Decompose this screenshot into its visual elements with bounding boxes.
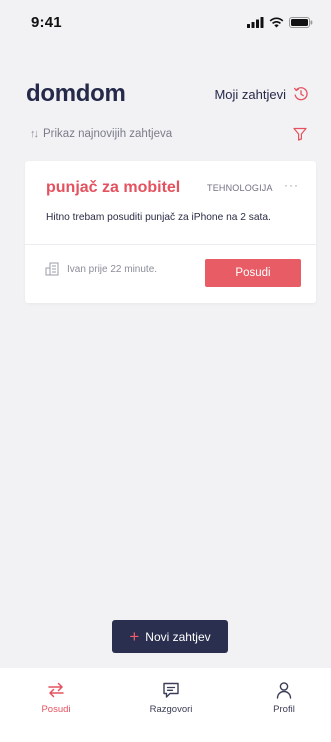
tab-profil[interactable]: Profil [244,668,324,742]
tab-razgovori[interactable]: Razgovori [131,668,211,742]
chat-bubble-icon [161,680,181,700]
request-author-text: Ivan prije 22 minute. [67,263,158,275]
tab-bar: Posudi Razgovori Profil [0,668,331,742]
status-icons [247,16,313,28]
building-icon [45,262,59,276]
my-requests-button[interactable]: Moji zahtjevi [214,86,309,102]
swap-arrows-icon [46,680,66,700]
request-title: punjač za mobitel [46,179,181,196]
tab-posudi[interactable]: Posudi [16,668,96,742]
borrow-button[interactable]: Posudi [205,259,301,287]
request-author: Ivan prije 22 minute. [45,262,157,276]
status-time: 9:41 [31,13,62,31]
plus-icon: + [129,627,140,646]
card-divider [25,244,316,245]
request-description: Hitno trebam posuditi punjač za iPhone n… [46,212,271,223]
status-bar: 9:41 [0,0,331,44]
new-request-label: Novi zahtjev [145,629,211,644]
wifi-icon [269,17,284,27]
tab-label: Razgovori [149,704,193,715]
sort-arrows-icon: ↑↓ [30,128,39,140]
request-category: TEHNOLOGIJA [207,183,273,193]
app-logo: domdom [26,80,126,107]
user-icon [274,680,294,700]
filter-icon[interactable] [293,127,307,141]
header: domdom Moji zahtjevi [26,78,309,110]
more-options-icon[interactable]: ··· [284,178,299,192]
battery-icon [289,16,313,28]
signal-icon [247,16,264,28]
tab-label: Posudi [41,704,71,715]
sort-label: Prikaz najnovijih zahtjeva [43,128,173,140]
new-request-button[interactable]: + Novi zahtjev [112,620,228,653]
history-icon [293,87,308,101]
my-requests-label: Moji zahtjevi [214,86,286,102]
sort-toggle[interactable]: ↑↓ Prikaz najnovijih zahtjeva [30,128,172,140]
tab-label: Profil [273,704,295,715]
request-card[interactable]: punjač za mobitel TEHNOLOGIJA ··· Hitno … [25,161,316,303]
sort-row: ↑↓ Prikaz najnovijih zahtjeva [30,124,307,144]
